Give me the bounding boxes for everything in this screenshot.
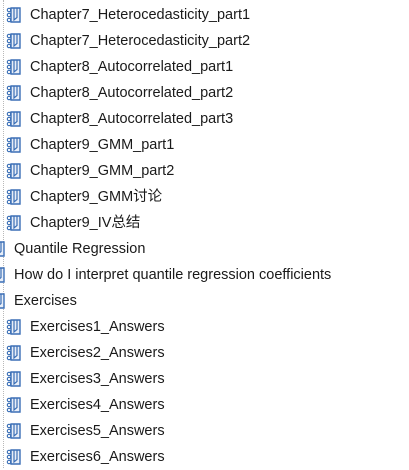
tree-item-label: Exercises5_Answers [30,423,165,439]
tree-item-label: Exercises2_Answers [30,345,165,361]
notebook-page-icon [4,395,26,415]
notebook-page-icon [4,213,26,233]
tree-item-label: Chapter8_Autocorrelated_part1 [30,59,234,75]
tree-item-label: Chapter9_IV总结 [30,215,141,231]
tree-item-label: Exercises3_Answers [30,371,165,387]
notebook-page-icon [4,109,26,129]
tree-item-label: Chapter8_Autocorrelated_part3 [30,111,234,127]
page-tree: Chapter7_Heterocedasticity_part1 Chapter… [0,0,409,468]
notebook-page-icon [4,161,26,181]
tree-item[interactable]: Chapter9_GMM_part1 [4,132,174,158]
tree-item[interactable]: Chapter8_Autocorrelated_part3 [4,106,233,132]
tree-item[interactable]: Chapter7_Heterocedasticity_part2 [4,28,250,54]
notebook-page-icon [4,447,26,467]
notebook-page-icon [4,57,26,77]
tree-item[interactable]: Exercises4_Answers [4,392,165,418]
tree-item[interactable]: Chapter7_Heterocedasticity_part1 [4,2,250,28]
tree-item-label: Chapter9_GMM_part1 [30,137,175,153]
tree-item[interactable]: Exercises5_Answers [4,418,165,444]
notebook-page-icon [4,31,26,51]
notebook-page-icon [0,291,10,311]
tree-item[interactable]: Exercises2_Answers [4,340,165,366]
notebook-page-icon [0,265,10,285]
tree-item[interactable]: Quantile Regression [0,236,145,262]
tree-item[interactable]: Exercises [0,288,77,314]
notebook-page-icon [4,187,26,207]
tree-item-label: Chapter7_Heterocedasticity_part1 [30,7,251,23]
tree-item-label: Chapter7_Heterocedasticity_part2 [30,33,251,49]
notebook-page-icon [4,83,26,103]
tree-item-label: How do I interpret quantile regression c… [14,267,332,283]
notebook-page-icon [4,369,26,389]
notebook-page-icon [4,343,26,363]
tree-item-label: Chapter8_Autocorrelated_part2 [30,85,234,101]
tree-item[interactable]: Chapter8_Autocorrelated_part2 [4,80,233,106]
tree-item[interactable]: Chapter8_Autocorrelated_part1 [4,54,233,80]
tree-item-label: Quantile Regression [14,241,146,257]
tree-item[interactable]: Chapter9_GMM_part2 [4,158,174,184]
notebook-page-icon [4,135,26,155]
tree-item-label: Chapter9_GMM讨论 [30,189,163,205]
tree-item[interactable]: Chapter9_IV总结 [4,210,140,236]
notebook-page-icon [4,317,26,337]
tree-item[interactable]: Exercises6_Answers [4,444,165,470]
tree-item[interactable]: Exercises1_Answers [4,314,165,340]
tree-item[interactable]: How do I interpret quantile regression c… [0,262,331,288]
notebook-page-icon [4,5,26,25]
tree-item-label: Exercises4_Answers [30,397,165,413]
tree-item[interactable]: Exercises3_Answers [4,366,165,392]
tree-item-label: Exercises6_Answers [30,449,165,465]
tree-item-label: Exercises [14,293,77,309]
tree-item-label: Chapter9_GMM_part2 [30,163,175,179]
notebook-page-icon [0,239,10,259]
tree-item[interactable]: Chapter9_GMM讨论 [4,184,162,210]
tree-item-label: Exercises1_Answers [30,319,165,335]
notebook-page-icon [4,421,26,441]
